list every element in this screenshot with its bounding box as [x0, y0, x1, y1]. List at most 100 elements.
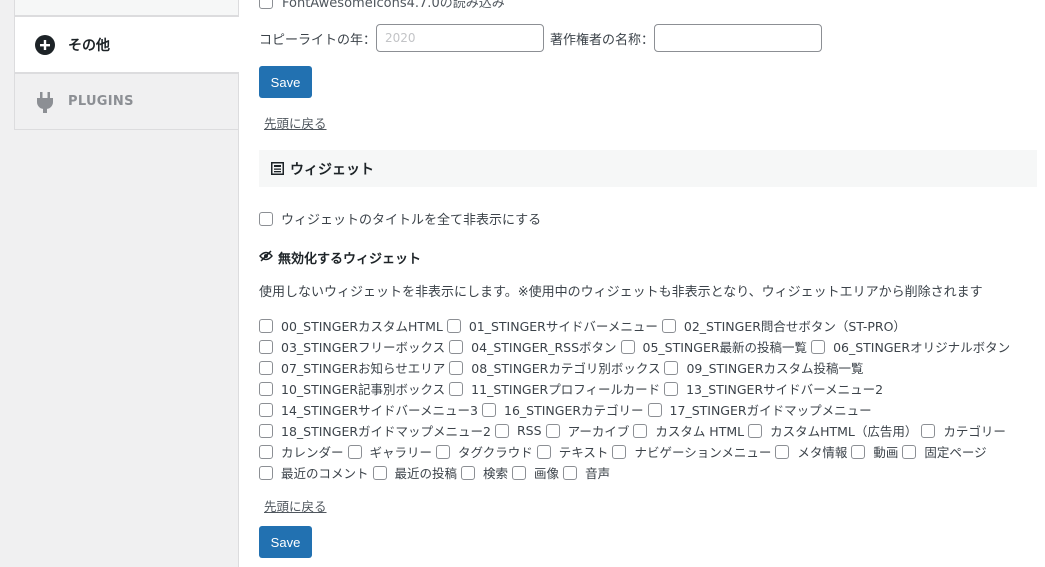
- widget-checkbox[interactable]: [259, 402, 273, 417]
- widget-label: 07_STINGERお知らせエリア: [281, 361, 446, 376]
- widget-label: ナビゲーションメニュー: [634, 445, 772, 460]
- widget-row: 18_STINGERガイドマップメニュー2 RSS アーカイブ カスタム HTML カス…: [259, 420, 1039, 441]
- widget-option[interactable]: 10_STINGER記事別ボックス: [259, 379, 445, 398]
- widget-option[interactable]: 14_STINGERサイドバーメニュー3: [259, 400, 478, 419]
- widget-checkbox[interactable]: [902, 444, 917, 459]
- widget-checkbox[interactable]: [259, 381, 273, 396]
- widget-label: 最近の投稿: [394, 466, 458, 481]
- widget-checkbox[interactable]: [259, 465, 273, 480]
- widget-checkbox[interactable]: [259, 360, 273, 375]
- disable-widgets-heading: 無効化するウィジェット: [259, 248, 421, 267]
- widget-checkbox[interactable]: [259, 339, 273, 354]
- widget-option[interactable]: メタ情報: [775, 442, 847, 461]
- save-button[interactable]: Save: [259, 66, 312, 98]
- widget-checkbox[interactable]: [664, 360, 679, 375]
- widget-option[interactable]: 08_STINGERカテゴリ別ボックス: [449, 358, 660, 377]
- widget-checkbox[interactable]: [449, 360, 464, 375]
- back-to-top-link[interactable]: 先頭に戻る: [264, 113, 327, 132]
- widget-option[interactable]: 17_STINGERガイドマップメニュー: [647, 400, 872, 419]
- widget-option[interactable]: 画像: [512, 463, 559, 482]
- fontawesome-checkbox[interactable]: [259, 0, 273, 9]
- save-button[interactable]: Save: [259, 526, 312, 558]
- widget-option[interactable]: 13_STINGERサイドバーメニュー2: [664, 379, 883, 398]
- widget-option[interactable]: カスタム HTML: [633, 421, 744, 440]
- widget-option[interactable]: ギャラリー: [347, 442, 432, 461]
- widget-option[interactable]: 07_STINGERお知らせエリア: [259, 358, 445, 377]
- widget-checkbox[interactable]: [545, 423, 560, 438]
- widget-option[interactable]: 固定ページ: [902, 442, 987, 461]
- settings-sidebar: その他 PLUGINS: [0, 0, 239, 567]
- widget-checkbox[interactable]: [620, 339, 635, 354]
- widget-option[interactable]: 09_STINGERカスタム投稿一覧: [664, 358, 864, 377]
- widget-label: 06_STINGERオリジナルボタン: [833, 340, 1011, 355]
- widget-checkbox[interactable]: [775, 444, 790, 459]
- widget-checkbox[interactable]: [647, 402, 662, 417]
- widget-checkbox[interactable]: [449, 381, 464, 396]
- widget-option[interactable]: 最近の投稿: [372, 463, 458, 482]
- widget-option[interactable]: カスタムHTML（広告用）: [748, 421, 917, 440]
- widget-checkbox[interactable]: [512, 465, 527, 480]
- hide-widget-titles-option: ウィジェットのタイトルを全て非表示にする: [259, 209, 541, 228]
- widget-checkbox[interactable]: [851, 444, 866, 459]
- sidebar-item-other[interactable]: その他: [14, 16, 239, 73]
- back-to-top-link[interactable]: 先頭に戻る: [264, 496, 327, 515]
- widget-checkbox[interactable]: [536, 444, 551, 459]
- widget-checkbox[interactable]: [446, 318, 461, 333]
- widget-option[interactable]: テキスト: [536, 442, 608, 461]
- sidebar-item-partial[interactable]: [14, 0, 239, 16]
- widget-checkbox[interactable]: [436, 444, 451, 459]
- widget-option[interactable]: 11_STINGERプロフィールカード: [449, 379, 660, 398]
- widget-option[interactable]: 01_STINGERサイドバーメニュー: [446, 316, 658, 335]
- disable-widgets-description: 使用しないウィジェットを非表示にします。※使用中のウィジェットも非表示となり、ウ…: [259, 285, 983, 300]
- widget-label: タグクラウド: [458, 445, 533, 460]
- widget-checkbox[interactable]: [563, 465, 578, 480]
- sidebar-item-plugins[interactable]: PLUGINS: [14, 73, 239, 130]
- widget-option[interactable]: タグクラウド: [436, 442, 533, 461]
- widget-label: カレンダー: [281, 445, 344, 460]
- copyright-holder-input[interactable]: [654, 24, 823, 52]
- widget-checkbox[interactable]: [259, 444, 273, 459]
- widget-checkbox[interactable]: [461, 465, 476, 480]
- widget-icon: [270, 162, 284, 176]
- widget-checkbox[interactable]: [811, 339, 826, 354]
- widget-checkbox[interactable]: [661, 318, 676, 333]
- widget-checkbox[interactable]: [372, 465, 387, 480]
- widget-checkbox[interactable]: [449, 339, 464, 354]
- widget-checkbox[interactable]: [259, 318, 273, 333]
- widget-option[interactable]: カレンダー: [259, 442, 344, 461]
- widget-label: 08_STINGERカテゴリ別ボックス: [471, 361, 661, 376]
- widget-option[interactable]: 06_STINGERオリジナルボタン: [811, 337, 1010, 356]
- widget-checkbox[interactable]: [482, 402, 496, 417]
- widget-label: カスタムHTML（広告用）: [770, 424, 918, 439]
- widget-option[interactable]: カテゴリー: [921, 421, 1006, 440]
- widget-option[interactable]: アーカイブ: [545, 421, 629, 440]
- widget-label: RSS: [517, 423, 542, 438]
- widget-option[interactable]: 音声: [563, 463, 610, 482]
- widget-checkbox[interactable]: [495, 423, 509, 438]
- widget-option[interactable]: 18_STINGERガイドマップメニュー2: [259, 421, 491, 440]
- widget-option[interactable]: 16_STINGERカテゴリー: [482, 400, 644, 419]
- widget-label: メタ情報: [797, 445, 848, 460]
- widget-option[interactable]: 最近のコメント: [259, 463, 369, 482]
- widget-checkbox[interactable]: [633, 423, 648, 438]
- widget-option[interactable]: 00_STINGERカスタムHTML: [259, 316, 443, 335]
- widget-option[interactable]: 動画: [851, 442, 898, 461]
- widget-checkbox[interactable]: [347, 444, 362, 459]
- widget-option[interactable]: 04_STINGER_RSSボタン: [449, 337, 617, 356]
- widget-label: 00_STINGERカスタムHTML: [281, 319, 443, 334]
- widget-option[interactable]: ナビゲーションメニュー: [612, 442, 771, 461]
- widget-checkbox[interactable]: [259, 423, 273, 438]
- widget-checkbox[interactable]: [612, 444, 627, 459]
- widget-option[interactable]: 03_STINGERフリーボックス: [259, 337, 445, 356]
- widget-checkbox[interactable]: [748, 423, 763, 438]
- widget-option[interactable]: 05_STINGER最新の投稿一覧: [620, 337, 807, 356]
- copyright-year-input[interactable]: [376, 24, 545, 52]
- widget-checkbox[interactable]: [664, 381, 679, 396]
- hide-widget-titles-checkbox[interactable]: [259, 211, 273, 226]
- widget-checkbox[interactable]: [921, 423, 936, 438]
- widget-option[interactable]: 02_STINGER問合せボタン（ST-PRO）: [661, 316, 906, 335]
- widget-option[interactable]: RSS: [495, 423, 542, 438]
- widget-label: 13_STINGERサイドバーメニュー2: [686, 382, 884, 397]
- widget-label: 最近のコメント: [281, 466, 369, 481]
- widget-option[interactable]: 検索: [461, 463, 508, 482]
